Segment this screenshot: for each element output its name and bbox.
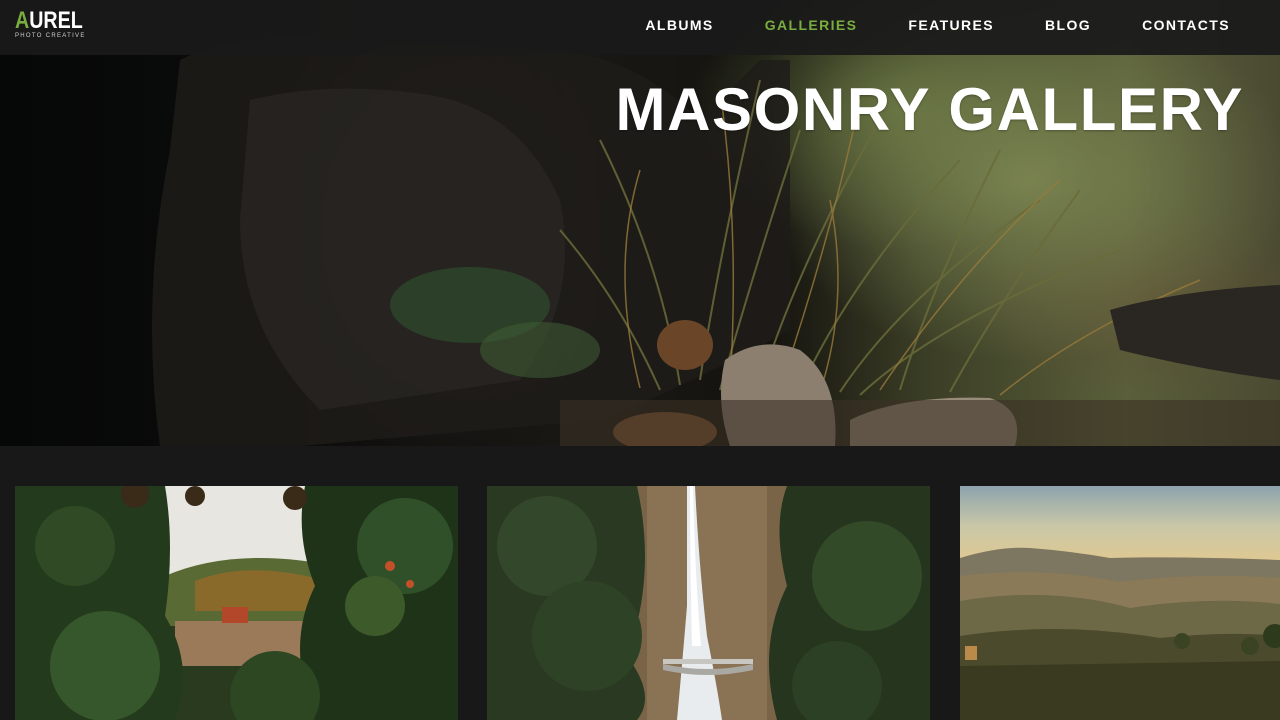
nav-item-blog[interactable]: BLOG: [1045, 17, 1091, 33]
main-nav: ALBUMS GALLERIES FEATURES BLOG CONTACTS: [594, 0, 1230, 50]
masonry-gallery: [0, 486, 1280, 720]
logo-name-rest: UREL: [29, 7, 83, 34]
nav-item-features[interactable]: FEATURES: [908, 17, 994, 33]
gallery-item-forest-barn[interactable]: [15, 486, 458, 720]
gallery-image: [15, 486, 458, 720]
gallery-image: [487, 486, 930, 720]
hero-background-image: [152, 37, 1280, 446]
gallery-item-waterfall[interactable]: [487, 486, 930, 720]
nav-item-albums[interactable]: ALBUMS: [645, 17, 713, 33]
gallery-item-hills[interactable]: [960, 486, 1280, 720]
hero-banner: MASONRY GALLERY: [0, 0, 1280, 446]
site-logo[interactable]: AUREL PHOTO CREATIVE: [15, 9, 98, 40]
logo-wordmark: AUREL: [15, 9, 83, 33]
site-header: AUREL PHOTO CREATIVE ALBUMS GALLERIES FE…: [0, 0, 1280, 55]
page-title: MASONRY GALLERY: [615, 76, 1244, 143]
nav-item-galleries[interactable]: GALLERIES: [765, 17, 858, 33]
gallery-image: [960, 486, 1280, 720]
nav-item-contacts[interactable]: CONTACTS: [1142, 17, 1230, 33]
logo-accent-letter: A: [15, 7, 30, 34]
